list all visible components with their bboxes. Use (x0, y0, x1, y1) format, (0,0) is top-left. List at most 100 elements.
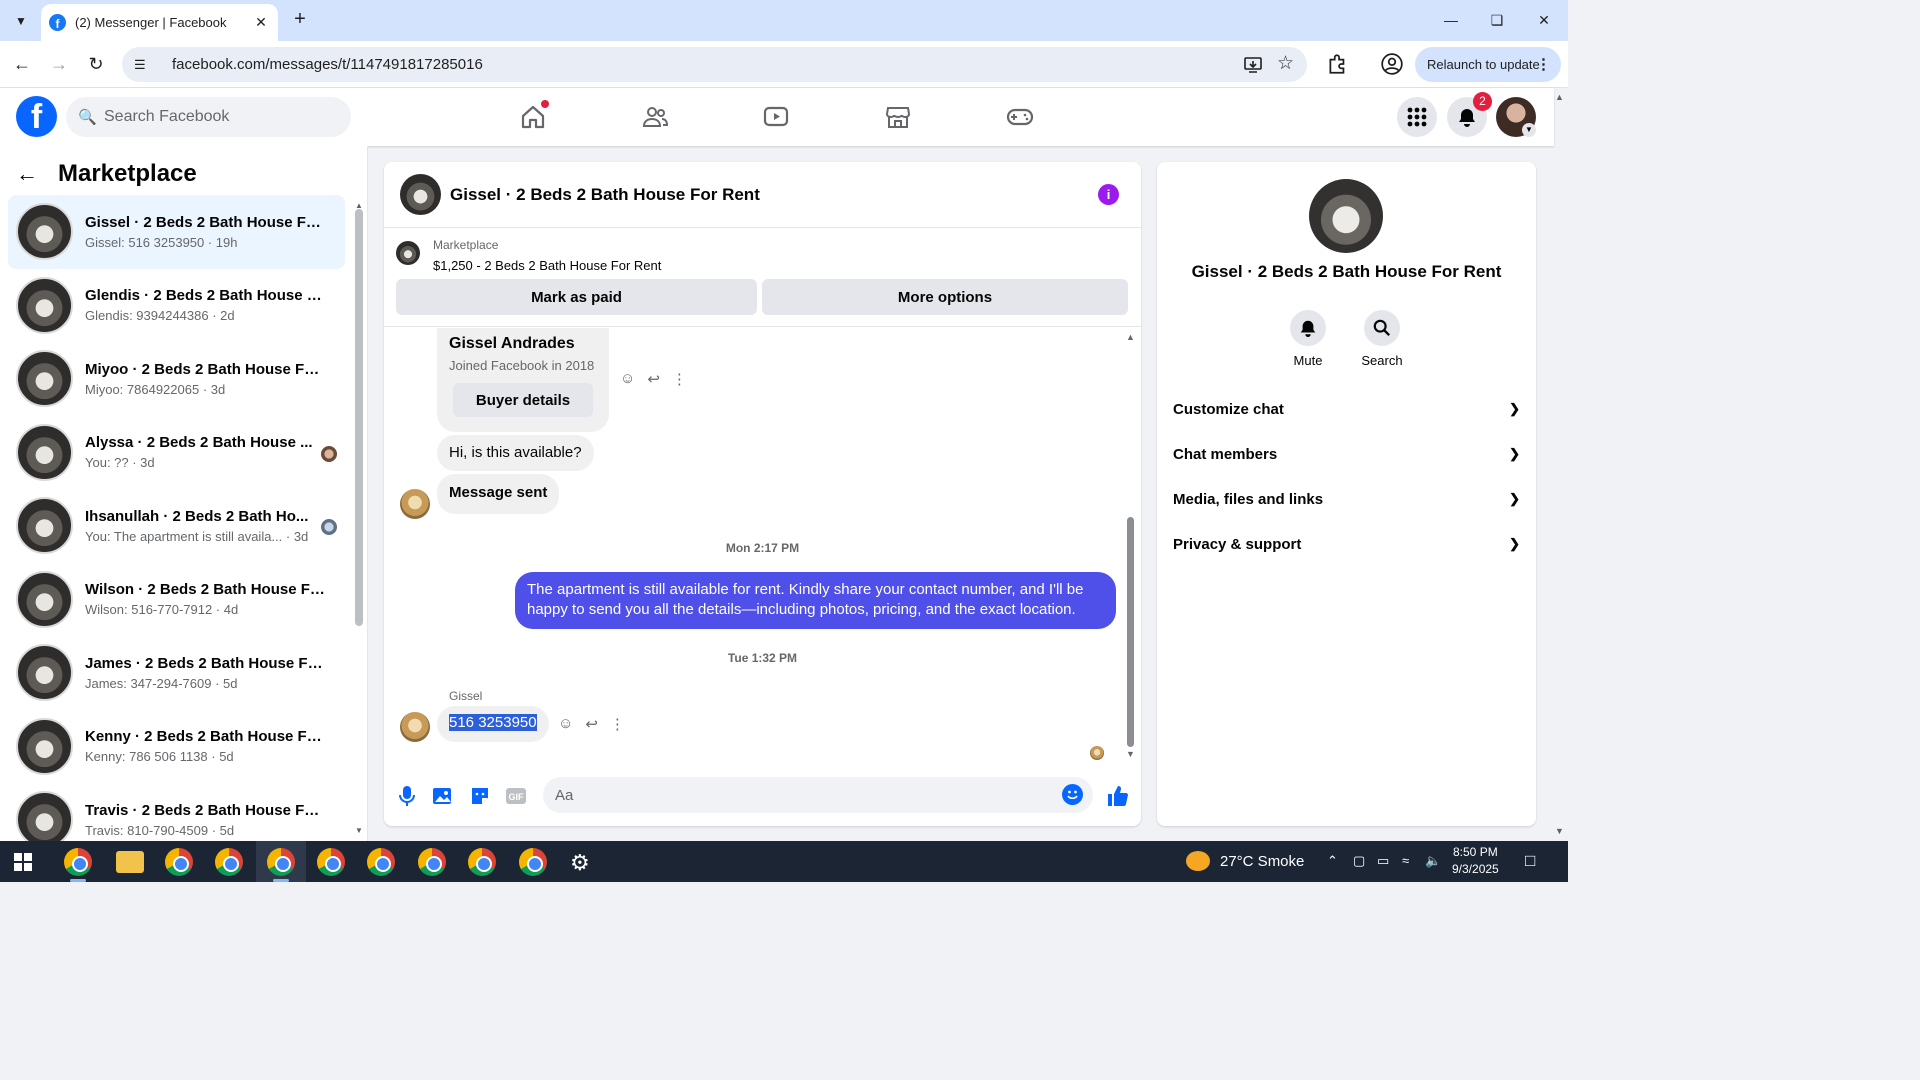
reply-icon[interactable]: ↩ (647, 370, 660, 388)
microphone-icon[interactable] (395, 784, 419, 808)
react-emoji-icon[interactable]: ☺ (620, 370, 635, 388)
page-scroll-up-icon[interactable]: ▲ (1555, 92, 1564, 102)
photo-icon[interactable] (431, 784, 455, 808)
chrome-app-icon[interactable] (317, 848, 345, 876)
react-emoji-icon[interactable]: ☺ (558, 715, 573, 733)
conversation-item[interactable]: James · 2 Beds 2 Bath House For... James… (8, 636, 345, 710)
customize-chat-section[interactable]: Customize chat ❯ (1173, 387, 1520, 431)
gaming-icon[interactable] (1006, 103, 1034, 131)
conversation-item[interactable]: Alyssa · 2 Beds 2 Bath House ... You: ??… (8, 416, 345, 490)
buyer-details-button[interactable]: Buyer details (453, 383, 593, 417)
video-icon[interactable] (762, 103, 790, 131)
search-in-chat-button[interactable]: Search (1352, 310, 1412, 368)
chat-profile-avatar[interactable] (1309, 179, 1383, 253)
conversation-item[interactable]: Ihsanullah · 2 Beds 2 Bath Ho... You: Th… (8, 489, 345, 563)
scroll-down-arrow-icon[interactable]: ▼ (355, 826, 363, 835)
sticker-icon[interactable] (468, 784, 492, 808)
wifi-icon[interactable]: ≈ (1402, 853, 1409, 868)
message-bubble[interactable]: Hi, is this available? (437, 435, 594, 471)
window-close-icon[interactable]: ✕ (1529, 8, 1559, 32)
chat-title[interactable]: Gissel · 2 Beds 2 Bath House For Rent (450, 185, 760, 205)
menu-grid-button[interactable] (1397, 97, 1437, 137)
listing-title[interactable]: $1,250 - 2 Beds 2 Bath House For Rent (433, 258, 661, 273)
message-input[interactable] (555, 786, 1035, 804)
message-input-box[interactable] (543, 777, 1093, 813)
scroll-up-arrow-icon[interactable]: ▲ (1126, 332, 1135, 342)
conversation-item[interactable]: Wilson · 2 Beds 2 Bath House Fo... Wilso… (8, 563, 345, 637)
privacy-support-section[interactable]: Privacy & support ❯ (1173, 522, 1520, 566)
system-clock[interactable]: 8:50 PM 9/3/2025 (1452, 844, 1499, 878)
more-actions-icon[interactable]: ⋮ (672, 370, 687, 388)
facebook-favicon-icon: f (49, 14, 66, 31)
browser-menu-icon[interactable]: ⋮ (1536, 55, 1551, 73)
media-files-links-section[interactable]: Media, files and links ❯ (1173, 477, 1520, 521)
info-icon[interactable]: i (1098, 184, 1119, 205)
conversation-item[interactable]: Travis · 2 Beds 2 Bath House For ... Tra… (8, 783, 345, 841)
settings-gear-icon[interactable]: ⚙ (570, 850, 590, 876)
gif-icon[interactable]: GIF (504, 784, 528, 808)
install-app-icon[interactable] (1243, 55, 1263, 75)
extensions-icon[interactable] (1326, 52, 1350, 76)
facebook-search-input[interactable] (104, 108, 344, 126)
conversation-list-scrollbar[interactable] (355, 209, 363, 626)
chrome-app-icon[interactable] (215, 848, 243, 876)
weather-widget[interactable]: 27°C Smoke (1186, 851, 1304, 871)
chevron-down-icon[interactable]: ▼ (1522, 123, 1536, 137)
chrome-app-icon[interactable] (418, 848, 446, 876)
more-options-button[interactable]: More options (762, 279, 1128, 315)
bookmark-star-icon[interactable]: ☆ (1277, 52, 1294, 75)
profile-icon[interactable] (1380, 52, 1404, 76)
page-scroll-down-icon[interactable]: ▼ (1555, 826, 1564, 836)
tray-overflow-chevron-icon[interactable]: ⌃ (1327, 853, 1338, 869)
chrome-app-icon[interactable] (64, 848, 92, 876)
thumbs-up-icon[interactable] (1106, 784, 1130, 808)
marketplace-icon[interactable] (884, 103, 912, 131)
back-icon[interactable]: ← (10, 52, 34, 76)
mute-button[interactable]: Mute (1278, 310, 1338, 368)
notification-center-icon[interactable]: □ (1525, 851, 1535, 871)
conversation-item[interactable]: Glendis · 2 Beds 2 Bath House F... Glend… (8, 269, 345, 343)
volume-icon[interactable]: 🔈 (1425, 853, 1441, 869)
mark-as-paid-button[interactable]: Mark as paid (396, 279, 757, 315)
browser-tab-messenger[interactable]: f (2) Messenger | Facebook ✕ (41, 4, 278, 41)
clock-time: 8:50 PM (1453, 845, 1498, 859)
conversation-item[interactable]: Miyoo · 2 Beds 2 Bath House Fo... Miyoo:… (8, 342, 345, 416)
file-explorer-icon[interactable] (116, 851, 144, 873)
phone-number-text[interactable]: 516 3253950 (449, 714, 537, 731)
chrome-app-icon[interactable] (468, 848, 496, 876)
chat-avatar[interactable] (400, 174, 441, 215)
reload-icon[interactable]: ↻ (84, 52, 108, 76)
facebook-search-bar[interactable]: 🔍 (66, 97, 351, 137)
chrome-app-icon[interactable] (367, 848, 395, 876)
conversation-item[interactable]: Kenny · 2 Beds 2 Bath House For... Kenny… (8, 710, 345, 784)
minimize-icon[interactable]: — (1436, 8, 1466, 32)
conversation-item[interactable]: Gissel · 2 Beds 2 Bath House For... Giss… (8, 195, 345, 269)
chat-scrollbar[interactable] (1127, 517, 1134, 747)
more-actions-icon[interactable]: ⋮ (610, 715, 625, 733)
emoji-icon[interactable] (1062, 784, 1083, 805)
scroll-down-arrow-icon[interactable]: ▼ (1126, 749, 1135, 759)
friends-icon[interactable] (641, 103, 669, 131)
chrome-app-icon[interactable] (165, 848, 193, 876)
maximize-icon[interactable]: ❏ (1482, 8, 1512, 32)
reply-icon[interactable]: ↩ (585, 715, 598, 733)
site-info-icon[interactable]: ☰ (134, 57, 154, 73)
chrome-app-icon[interactable] (519, 848, 547, 876)
battery-icon[interactable]: ▭ (1377, 853, 1389, 869)
chat-members-section[interactable]: Chat members ❯ (1173, 432, 1520, 476)
windows-start-icon[interactable] (14, 853, 32, 871)
tab-close-icon[interactable]: ✕ (252, 14, 270, 31)
back-arrow-icon[interactable]: ← (16, 161, 44, 187)
forward-icon[interactable]: → (47, 52, 71, 76)
chrome-app-icon[interactable] (267, 848, 295, 876)
new-tab-icon[interactable]: + (288, 8, 312, 32)
my-message-bubble[interactable]: The apartment is still available for ren… (515, 572, 1116, 629)
tab-search-chevron-icon[interactable]: ▼ (8, 8, 34, 34)
message-bubble-phone[interactable]: 516 3253950 (437, 706, 549, 742)
address-bar[interactable]: ☰ facebook.com/messages/t/11474918172850… (122, 47, 1307, 82)
message-bubble[interactable]: Message sent (437, 474, 560, 514)
url-text[interactable]: facebook.com/messages/t/1147491817285016 (172, 56, 483, 73)
tray-device-icon[interactable]: ▢ (1353, 853, 1365, 869)
facebook-logo-icon[interactable]: f (16, 96, 57, 137)
relaunch-to-update-button[interactable]: Relaunch to update ⋮ (1415, 47, 1561, 82)
